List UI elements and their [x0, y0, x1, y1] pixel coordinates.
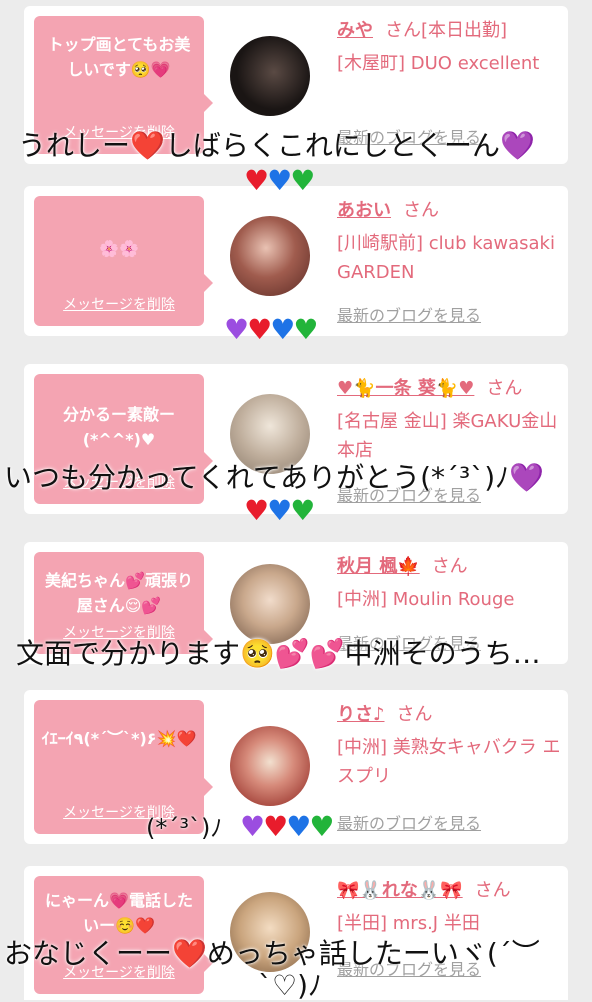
- overlay-text: おなじくーー❤️めっちゃ話したーいヾ(´︶: [4, 937, 540, 970]
- shop-info: [名古屋 金山] 楽GAKU金山本店: [337, 411, 558, 461]
- shop-info: [川崎駅前] club kawasaki GARDEN: [337, 233, 555, 283]
- blue-heart-icon: ♥: [270, 313, 295, 346]
- profile-name-link[interactable]: みや: [337, 20, 373, 41]
- avatar[interactable]: [230, 36, 310, 116]
- message-text: トップ画とてもお美しいです🥺💗: [47, 35, 191, 79]
- profile-name-link[interactable]: 🎀🐰れな🐰🎀: [337, 880, 463, 901]
- overlay-text: いつも分かってくれてありがとう(*´³`)ﾉ💜: [4, 461, 545, 494]
- green-heart-icon: ♥: [309, 810, 334, 843]
- red-heart-icon: ♥: [263, 810, 288, 843]
- heart-emojis: ♥♥♥♥: [224, 313, 318, 346]
- message-text: 美紀ちゃん💕頑張り屋さん😌💕: [45, 571, 193, 615]
- avatar[interactable]: [230, 726, 310, 806]
- name-suffix: さん: [486, 378, 523, 399]
- message-text: 分かるー素敵ー(*^^*)♥: [62, 405, 175, 449]
- purple-heart-icon: ♥: [240, 810, 265, 843]
- blue-heart-icon: ♥: [267, 494, 292, 527]
- heart-emojis: ♥♥♥: [244, 164, 315, 197]
- red-heart-icon: ♥: [244, 494, 269, 527]
- name-suffix: さん: [403, 200, 439, 221]
- name-suffix: さん: [431, 556, 468, 577]
- latest-blog-link[interactable]: 最新のブログを見る: [337, 810, 481, 834]
- green-heart-icon: ♥: [290, 494, 315, 527]
- blue-heart-icon: ♥: [267, 164, 292, 197]
- message-bubble: にゃーん💗電話したいー☺️❤️ メッセージを削除: [34, 876, 213, 994]
- name-suffix: さん: [396, 704, 433, 725]
- shop-info: [木屋町] DUO excellent: [337, 53, 540, 74]
- green-heart-icon: ♥: [293, 313, 318, 346]
- delete-message-link[interactable]: メッセージを削除: [34, 294, 204, 314]
- shop-info: [中洲] 美熟女キャバクラ エスプリ: [337, 737, 561, 787]
- overlay-text: 文面で分かります🥺💕💕中洲そのうち…: [16, 637, 541, 670]
- message-text: ｲｴｰｲ٩(*´︶`*)۶💥❤️: [41, 729, 197, 748]
- shop-info: [中洲] Moulin Rouge: [337, 589, 515, 610]
- overlay-text: (*´³`)ﾉ: [146, 814, 223, 842]
- heart-emojis: ♥♥♥: [244, 494, 315, 527]
- latest-blog-link[interactable]: 最新のブログを見る: [337, 302, 481, 326]
- red-heart-icon: ♥: [244, 164, 269, 197]
- message-bubble: 🌸🌸 メッセージを削除: [34, 196, 213, 326]
- profile-name-link[interactable]: あおい: [337, 200, 391, 221]
- name-suffix: さん: [474, 880, 511, 901]
- avatar[interactable]: [230, 564, 310, 644]
- message-text: 🌸🌸: [99, 239, 139, 258]
- profile-name-link[interactable]: ♥🐈一条 葵🐈♥: [337, 378, 474, 399]
- profile-name-link[interactable]: りさ♪: [337, 704, 385, 725]
- heart-emojis: ♥♥♥♥: [240, 810, 334, 843]
- profile-name-link[interactable]: 秋月 楓🍁: [337, 556, 420, 577]
- message-text: にゃーん💗電話したいー☺️❤️: [45, 891, 193, 935]
- red-heart-icon: ♥: [247, 313, 272, 346]
- blue-heart-icon: ♥: [286, 810, 311, 843]
- name-suffix: さん[本日出勤]: [385, 20, 508, 41]
- shop-info: [半田] mrs.J 半田: [337, 913, 480, 934]
- overlay-text: うれしー❤️しばらくこれにしとくーん💜: [18, 129, 535, 162]
- purple-heart-icon: ♥: [224, 313, 249, 346]
- avatar[interactable]: [230, 216, 310, 296]
- overlay-text: `♡)ﾉ: [258, 969, 323, 1002]
- green-heart-icon: ♥: [290, 164, 315, 197]
